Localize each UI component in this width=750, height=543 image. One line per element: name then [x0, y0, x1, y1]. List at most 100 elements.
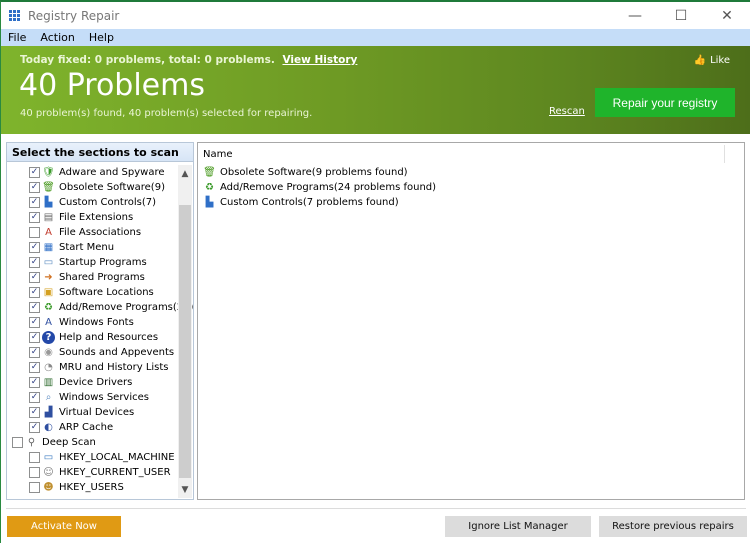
sections-scrollbar[interactable]: ▲ ▼ — [178, 165, 192, 498]
section-label: Help and Resources — [59, 332, 159, 343]
section-item[interactable]: ➜ Shared Programs — [7, 270, 179, 285]
section-label: Windows Services — [59, 392, 149, 403]
section-label: ARP Cache — [59, 422, 114, 433]
scroll-thumb[interactable] — [179, 205, 191, 478]
magnifier-icon: ⚲ — [27, 437, 36, 448]
app-window: Registry Repair — ☐ ✕ File Action Help T… — [0, 0, 750, 543]
section-checkbox[interactable] — [29, 347, 40, 358]
section-item[interactable]: ☺ HKEY_CURRENT_USER — [7, 465, 179, 480]
results-list: Name 🗑 Obsolete Software(9 problems found… — [197, 142, 745, 500]
section-label: Start Menu — [59, 242, 115, 253]
maximize-button[interactable]: ☐ — [658, 2, 704, 29]
speaker-icon: ◉ — [44, 347, 53, 358]
section-item[interactable]: ▭ HKEY_LOCAL_MACHINE — [7, 450, 179, 465]
column-header-name[interactable]: Name — [198, 143, 744, 165]
letter-a-icon: A — [45, 227, 52, 238]
section-item[interactable]: ☻ HKEY_USERS — [7, 480, 179, 495]
problems-subtext: 40 problem(s) found, 40 problem(s) selec… — [20, 108, 313, 119]
chip-icon: ▥ — [43, 377, 54, 388]
menu-bar: File Action Help — [1, 29, 750, 46]
section-item[interactable]: ▤ File Extensions — [7, 210, 179, 225]
help-icon: ? — [42, 331, 55, 344]
section-checkbox[interactable] — [29, 167, 40, 178]
section-item[interactable]: ▣ Software Locations — [7, 285, 179, 300]
view-history-link[interactable]: View History — [282, 54, 357, 66]
activate-now-button[interactable]: Activate Now — [7, 516, 121, 537]
section-item[interactable]: ⌕ Windows Services — [7, 390, 179, 405]
magnifier-window-icon: ⌕ — [45, 392, 52, 403]
network-icon: ◐ — [44, 422, 53, 433]
section-label: Startup Programs — [59, 257, 147, 268]
section-item[interactable]: A File Associations — [7, 225, 179, 240]
sections-header: Select the sections to scan — [7, 143, 193, 162]
share-arrow-icon: ➜ — [44, 272, 53, 283]
section-checkbox[interactable] — [29, 242, 40, 253]
result-row[interactable]: 🗑 Obsolete Software(9 problems found) — [198, 165, 744, 180]
today-fixed-text: Today fixed: 0 problems, total: 0 proble… — [20, 54, 275, 66]
section-item[interactable]: ? Help and Resources — [7, 330, 179, 345]
section-label: HKEY_USERS — [59, 482, 124, 493]
section-item[interactable]: ◐ ARP Cache — [7, 420, 179, 435]
result-row[interactable]: ▙ Custom Controls(7 problems found) — [198, 195, 744, 210]
section-checkbox[interactable] — [29, 257, 40, 268]
section-item[interactable]: A Windows Fonts — [7, 315, 179, 330]
section-checkbox[interactable] — [29, 452, 40, 463]
result-row[interactable]: ♻ Add/Remove Programs(24 problems found) — [198, 180, 744, 195]
column-divider[interactable] — [724, 145, 725, 163]
section-item[interactable]: ▟ Virtual Devices — [7, 405, 179, 420]
problems-headline: 40 Problems — [19, 68, 205, 103]
section-item[interactable]: ◉ Sounds and Appevents — [7, 345, 179, 360]
section-checkbox[interactable] — [29, 422, 40, 433]
blocks-icon: ▙ — [205, 197, 214, 208]
users-icon: ☻ — [43, 482, 54, 493]
section-checkbox[interactable] — [29, 467, 40, 478]
section-checkbox[interactable] — [29, 212, 40, 223]
column-header-label: Name — [203, 148, 233, 160]
scroll-down-icon[interactable]: ▼ — [178, 481, 192, 498]
section-checkbox[interactable] — [29, 482, 40, 493]
trash-icon: 🗑 — [203, 167, 216, 178]
scroll-up-icon[interactable]: ▲ — [178, 165, 192, 182]
section-checkbox[interactable] — [29, 272, 40, 283]
restore-previous-repairs-button[interactable]: Restore previous repairs — [599, 516, 747, 537]
section-checkbox[interactable] — [29, 407, 40, 418]
section-item[interactable]: ▥ Device Drivers — [7, 375, 179, 390]
sections-panel: Select the sections to scan 🛡 Adware and … — [6, 142, 194, 500]
rescan-link[interactable]: Rescan — [549, 106, 585, 117]
shield-icon: 🛡 — [42, 167, 55, 178]
section-checkbox[interactable] — [29, 287, 40, 298]
section-item[interactable]: ◔ MRU and History Lists — [7, 360, 179, 375]
section-checkbox[interactable] — [29, 227, 40, 238]
menu-action[interactable]: Action — [40, 31, 74, 44]
minimize-button[interactable]: — — [612, 2, 658, 29]
section-item[interactable]: ▙ Custom Controls(7) — [7, 195, 179, 210]
section-checkbox[interactable] — [29, 392, 40, 403]
section-item[interactable]: ▦ Start Menu — [7, 240, 179, 255]
section-checkbox[interactable] — [29, 317, 40, 328]
repair-registry-button[interactable]: Repair your registry — [595, 88, 735, 117]
section-item[interactable]: ▭ Startup Programs — [7, 255, 179, 270]
like-button[interactable]: 👍 Like — [694, 55, 730, 66]
section-item[interactable]: 🛡 Adware and Spyware — [7, 165, 179, 180]
ignore-list-manager-button[interactable]: Ignore List Manager — [445, 516, 591, 537]
start-menu-icon: ▦ — [43, 242, 54, 253]
section-checkbox[interactable] — [29, 197, 40, 208]
menu-help[interactable]: Help — [89, 31, 114, 44]
section-checkbox[interactable] — [29, 332, 40, 343]
section-item[interactable]: 🗑 Obsolete Software(9) — [7, 180, 179, 195]
computer-icon: ▭ — [43, 452, 54, 463]
thumbs-up-icon: 👍 — [693, 55, 707, 66]
close-button[interactable]: ✕ — [704, 2, 750, 29]
title-bar: Registry Repair — ☐ ✕ — [1, 2, 750, 29]
section-item[interactable]: ♻ Add/Remove Programs(24) — [7, 300, 193, 315]
section-checkbox[interactable] — [12, 437, 23, 448]
section-checkbox[interactable] — [29, 377, 40, 388]
section-item[interactable]: ⚲ Deep Scan — [7, 435, 179, 450]
user-icon: ☺ — [43, 467, 54, 478]
section-checkbox[interactable] — [29, 182, 40, 193]
menu-file[interactable]: File — [8, 31, 26, 44]
section-checkbox[interactable] — [29, 302, 40, 313]
sections-tree: 🛡 Adware and Spyware 🗑 Obsolete Software(9)… — [7, 165, 193, 495]
virtual-device-icon: ▟ — [44, 407, 53, 418]
section-checkbox[interactable] — [29, 362, 40, 373]
